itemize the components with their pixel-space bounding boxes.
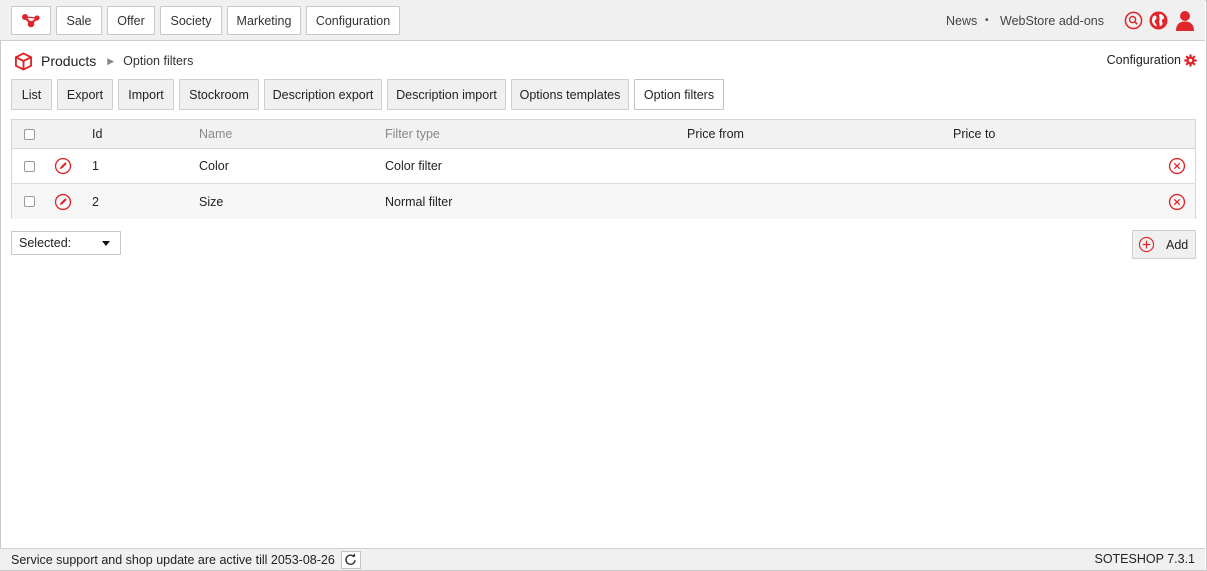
add-button[interactable]: Add	[1132, 230, 1196, 259]
option-filters-table: Id Name Filter type Price from Price to …	[11, 119, 1196, 219]
breadcrumb-arrow-icon: ▶	[107, 55, 115, 66]
tab-option-filters[interactable]: Option filters	[634, 79, 724, 110]
tab-description-export[interactable]: Description export	[264, 79, 382, 110]
refresh-icon	[345, 553, 357, 565]
add-button-label: Add	[1166, 237, 1189, 252]
header-separator: •	[985, 15, 989, 26]
cell-id: 2	[92, 194, 99, 209]
breadcrumb: Products ▶ Option filters	[14, 51, 193, 71]
nav-configuration[interactable]: Configuration	[306, 6, 400, 35]
select-all-cell	[24, 120, 35, 148]
tab-description-import[interactable]: Description import	[387, 79, 506, 110]
select-all-checkbox[interactable]	[24, 128, 35, 140]
breadcrumb-current: Option filters	[123, 54, 194, 68]
network-logo-icon	[22, 13, 40, 27]
tab-list[interactable]: List	[11, 79, 52, 110]
cell-filter-type: Color filter	[385, 159, 442, 173]
column-price-from: Price from	[687, 127, 744, 141]
column-id[interactable]: Id	[92, 120, 102, 148]
tab-export[interactable]: Export	[57, 79, 113, 110]
gear-icon	[1184, 53, 1197, 67]
bulk-action-select[interactable]: Selected:	[11, 231, 121, 255]
tab-stockroom[interactable]: Stockroom	[179, 79, 259, 110]
module-configuration-label: Configuration	[1106, 53, 1181, 67]
cell-name[interactable]: Color	[199, 149, 229, 183]
tab-options-templates[interactable]: Options templates	[511, 79, 629, 110]
delete-icon[interactable]	[1168, 193, 1186, 211]
delete-icon[interactable]	[1168, 157, 1186, 175]
product-box-icon	[14, 51, 33, 71]
column-name[interactable]: Name	[199, 120, 232, 148]
cell-name[interactable]: Size	[199, 184, 223, 219]
plus-circle-icon	[1138, 236, 1155, 253]
user-icon[interactable]	[1175, 10, 1195, 31]
column-price-to: Price to	[953, 127, 996, 141]
globe-icon[interactable]	[1149, 11, 1168, 30]
module-configuration-link[interactable]: Configuration	[1107, 53, 1197, 67]
table-row: 1 Color Color filter	[12, 149, 1195, 184]
support-status-text: Service support and shop update are acti…	[11, 552, 335, 567]
nav-marketing[interactable]: Marketing	[227, 6, 301, 35]
caret-down-icon	[102, 241, 110, 246]
nav-society[interactable]: Society	[160, 6, 222, 35]
table-header: Id Name Filter type Price from Price to	[12, 120, 1195, 149]
nav-sale[interactable]: Sale	[56, 6, 102, 35]
news-link[interactable]: News	[946, 0, 977, 41]
app-version: SOTESHOP 7.3.1	[1094, 552, 1195, 566]
bulk-action-value: Selected:	[19, 236, 72, 250]
cell-filter-type: Normal filter	[385, 194, 453, 209]
home-logo-button[interactable]	[11, 6, 51, 35]
refresh-button[interactable]	[340, 550, 361, 569]
page-title[interactable]: Products	[41, 53, 96, 69]
table-row: 2 Size Normal filter	[12, 184, 1195, 219]
edit-icon[interactable]	[54, 193, 72, 211]
webstore-addons-link[interactable]: WebStore add-ons	[1000, 0, 1104, 41]
status-bar: Service support and shop update are acti…	[0, 548, 1205, 570]
top-bar: Sale Offer Society Marketing Configurati…	[0, 0, 1205, 41]
tab-import[interactable]: Import	[118, 79, 174, 110]
column-filter-type[interactable]: Filter type	[385, 120, 440, 148]
row-checkbox[interactable]	[24, 196, 35, 207]
cell-id: 1	[92, 159, 99, 173]
edit-icon[interactable]	[54, 157, 72, 175]
nav-offer[interactable]: Offer	[107, 6, 155, 35]
search-icon[interactable]	[1124, 11, 1143, 30]
row-checkbox[interactable]	[24, 160, 35, 172]
